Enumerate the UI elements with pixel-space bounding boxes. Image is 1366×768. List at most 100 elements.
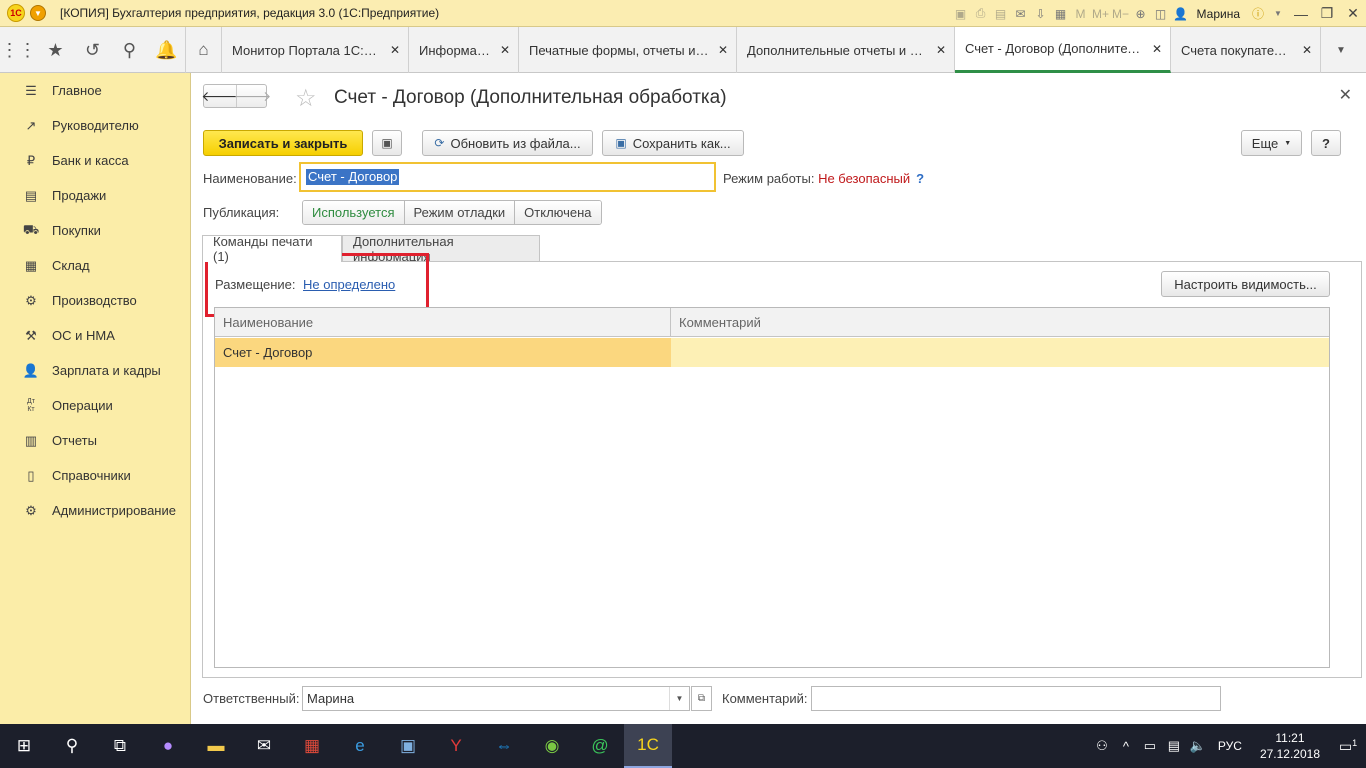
- sidebar-item-salary[interactable]: 👤 Зарплата и кадры: [0, 353, 190, 388]
- mail-agent-icon[interactable]: @: [576, 724, 624, 768]
- people-icon[interactable]: ⚇: [1090, 738, 1114, 754]
- yandex-browser-icon[interactable]: Y: [432, 724, 480, 768]
- tab-close-icon[interactable]: ✕: [928, 43, 946, 57]
- history-icon[interactable]: ↺: [74, 27, 111, 73]
- tab-close-icon[interactable]: ✕: [1294, 43, 1312, 57]
- sidebar-item-production[interactable]: ⚙ Производство: [0, 283, 190, 318]
- name-input[interactable]: Счет - Договор: [299, 162, 716, 192]
- tab-print-forms[interactable]: Печатные формы, отчеты и обработки✕: [519, 27, 737, 73]
- print-icon[interactable]: ⎙: [971, 5, 991, 23]
- cell-name[interactable]: Счет - Договор: [215, 338, 671, 367]
- tab-print-commands[interactable]: Команды печати (1): [202, 234, 342, 264]
- sidebar-item-sales[interactable]: ▤ Продажи: [0, 178, 190, 213]
- mode-help-icon[interactable]: ?: [916, 171, 924, 186]
- search-icon[interactable]: ⚲: [111, 27, 148, 73]
- battery-icon[interactable]: ▭: [1138, 738, 1162, 754]
- calendar-icon[interactable]: ▦: [1051, 5, 1071, 23]
- placement-link[interactable]: Не определено: [303, 277, 395, 292]
- current-user[interactable]: Марина: [1197, 7, 1240, 21]
- close-form-icon[interactable]: ✕: [1339, 85, 1352, 105]
- volume-icon[interactable]: 🔈: [1186, 738, 1210, 754]
- save-as-button[interactable]: ▣ Сохранить как...: [602, 130, 744, 156]
- tab-close-icon[interactable]: ✕: [1144, 42, 1162, 56]
- dropdown-arrow-icon[interactable]: ▼: [669, 687, 689, 710]
- info-dropdown-icon[interactable]: ▼: [1268, 5, 1288, 23]
- sidebar-item-fixed-assets[interactable]: ⚒ ОС и НМА: [0, 318, 190, 353]
- tab-customer-invoices[interactable]: Счета покупателям ✕: [1171, 27, 1321, 73]
- show-hidden-icons-icon[interactable]: ^: [1114, 739, 1138, 754]
- teamviewer-icon[interactable]: ⇔: [480, 724, 528, 768]
- tab-portal-monitor[interactable]: Монитор Портала 1С:ИТС ✕: [222, 27, 409, 73]
- network-icon[interactable]: ▤: [1162, 738, 1186, 754]
- favorites-star-icon[interactable]: ★: [37, 27, 74, 73]
- save-and-close-button[interactable]: Записать и закрыть: [203, 130, 363, 156]
- publication-option-used[interactable]: Используется: [303, 201, 405, 224]
- favorite-star-icon[interactable]: ☆: [295, 84, 317, 113]
- android-app-icon[interactable]: ◉: [528, 724, 576, 768]
- tab-close-icon[interactable]: ✕: [710, 43, 728, 57]
- help-button[interactable]: ?: [1311, 130, 1341, 156]
- mail-app-icon[interactable]: ✉: [240, 724, 288, 768]
- forward-arrow-icon[interactable]: 🡒: [234, 85, 271, 107]
- publication-option-disabled[interactable]: Отключена: [515, 201, 601, 224]
- apps-grid-icon[interactable]: ⋮⋮: [0, 27, 37, 73]
- task-view-icon[interactable]: ⧉: [96, 724, 144, 768]
- tab-close-icon[interactable]: ✕: [492, 43, 510, 57]
- edge-icon[interactable]: e: [336, 724, 384, 768]
- sidebar-item-bank[interactable]: ₽ Банк и касса: [0, 143, 190, 178]
- sidebar-item-operations[interactable]: Дт Кт Операции: [0, 388, 190, 423]
- minimize-button[interactable]: —: [1288, 3, 1314, 25]
- save-button[interactable]: ▣: [372, 130, 402, 156]
- notifications-icon[interactable]: ▭ 1: [1330, 738, 1366, 755]
- configure-visibility-button[interactable]: Настроить видимость...: [1161, 271, 1330, 297]
- 1c-app-icon[interactable]: 1С: [624, 724, 672, 768]
- home-icon[interactable]: ⌂: [185, 27, 222, 73]
- sidebar-item-purchases[interactable]: ⛟ Покупки: [0, 213, 190, 248]
- panel-icon[interactable]: ◫: [1151, 5, 1171, 23]
- open-responsible-icon[interactable]: ⧉: [691, 686, 712, 711]
- mail-icon[interactable]: ✉: [1011, 5, 1031, 23]
- zoom-icon[interactable]: ⊕: [1131, 5, 1151, 23]
- table-row[interactable]: Счет - Договор: [215, 338, 1329, 367]
- tab-information[interactable]: Информация ✕: [409, 27, 519, 73]
- main-menu-icon[interactable]: ▼: [30, 5, 46, 21]
- preview-icon[interactable]: ▤: [991, 5, 1011, 23]
- network-app-icon[interactable]: ▣: [384, 724, 432, 768]
- more-button[interactable]: Еще ▼: [1241, 130, 1302, 156]
- attach-icon[interactable]: ⇩: [1031, 5, 1051, 23]
- tab-additional-reports[interactable]: Дополнительные отчеты и обработки✕: [737, 27, 955, 73]
- column-header-name[interactable]: Наименование: [215, 308, 671, 337]
- sidebar-item-reports[interactable]: ▥ Отчеты: [0, 423, 190, 458]
- close-window-button[interactable]: ✕: [1340, 3, 1366, 25]
- bell-icon[interactable]: 🔔: [148, 27, 185, 73]
- sidebar-item-administration[interactable]: ⚙ Администрирование: [0, 493, 190, 528]
- memory-minus-icon[interactable]: M−: [1111, 5, 1131, 23]
- tab-close-icon[interactable]: ✕: [382, 43, 400, 57]
- comment-input[interactable]: [811, 686, 1221, 711]
- back-arrow-icon[interactable]: 🡐: [201, 85, 239, 107]
- store-icon[interactable]: ▦: [288, 724, 336, 768]
- tab-invoice-contract[interactable]: Счет - Договор (Дополнительная обработка…: [955, 27, 1171, 73]
- cortana-mic-icon[interactable]: ●: [144, 724, 192, 768]
- sidebar-item-references[interactable]: ▯ Справочники: [0, 458, 190, 493]
- language-indicator[interactable]: РУС: [1218, 739, 1242, 753]
- memory-m-icon[interactable]: M: [1071, 5, 1091, 23]
- cell-comment[interactable]: [671, 338, 1329, 367]
- sidebar-item-manager[interactable]: ↗ Руководителю: [0, 108, 190, 143]
- floppy-icon[interactable]: ▣: [951, 5, 971, 23]
- sidebar-item-warehouse[interactable]: ▦ Склад: [0, 248, 190, 283]
- publication-option-debug[interactable]: Режим отладки: [404, 201, 516, 224]
- 1c-logo-icon[interactable]: 1С: [7, 4, 25, 22]
- info-icon[interactable]: ⓘ: [1248, 5, 1268, 23]
- clock[interactable]: 11:21 27.12.2018: [1260, 730, 1320, 762]
- restore-button[interactable]: ❐: [1314, 3, 1340, 25]
- file-explorer-icon[interactable]: ▬: [192, 724, 240, 768]
- column-header-comment[interactable]: Комментарий: [671, 308, 1329, 337]
- search-icon[interactable]: ⚲: [48, 724, 96, 768]
- windows-start-icon[interactable]: ⊞: [0, 724, 48, 768]
- memory-plus-icon[interactable]: M+: [1091, 5, 1111, 23]
- responsible-input[interactable]: Марина ▼: [302, 686, 690, 711]
- update-from-file-button[interactable]: ⟳ Обновить из файла...: [422, 130, 593, 156]
- tabs-more-dropdown-icon[interactable]: ▼: [1321, 27, 1361, 73]
- sidebar-item-main[interactable]: ☰ Главное: [0, 73, 190, 108]
